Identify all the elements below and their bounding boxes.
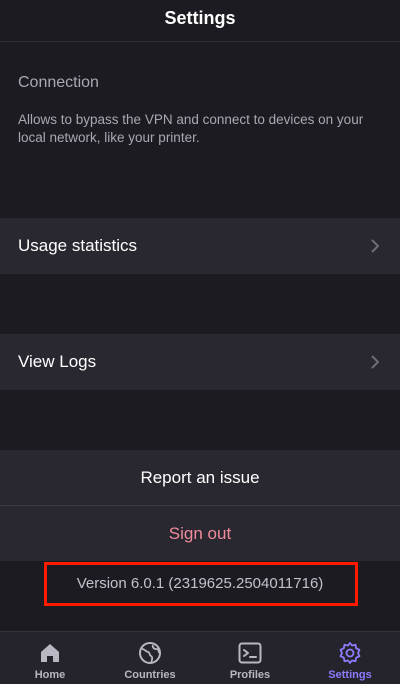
tab-home-label: Home [34, 669, 66, 681]
view-logs-label: View Logs [18, 352, 97, 371]
tab-profiles[interactable]: Profiles [200, 632, 300, 684]
settings-screen: Settings Connection Allows to bypass the… [0, 0, 400, 684]
tab-settings-label: Settings [328, 669, 372, 681]
terminal-icon [238, 641, 262, 665]
view-logs-row[interactable]: View Logs [0, 334, 400, 390]
tab-countries-label: Countries [124, 669, 176, 681]
tab-settings[interactable]: Settings [300, 632, 400, 684]
sign-out-label: Sign out [168, 523, 232, 543]
report-issue-button[interactable]: Report an issue [0, 450, 400, 505]
sign-out-button[interactable]: Sign out [0, 506, 400, 561]
highlight-box [44, 562, 358, 606]
page-title: Settings [164, 8, 236, 28]
report-issue-label: Report an issue [140, 467, 260, 487]
tab-countries[interactable]: Countries [100, 632, 200, 684]
tab-profiles-label: Profiles [229, 669, 271, 681]
home-icon [38, 641, 62, 665]
header: Settings [0, 0, 400, 42]
connection-description: Allows to bypass the VPN and connect to … [18, 112, 364, 145]
globe-icon [138, 641, 162, 665]
connection-section-title: Connection [18, 74, 99, 91]
tab-bar: Home Countries Profiles Settings [0, 631, 400, 684]
usage-statistics-row[interactable]: Usage statistics [0, 218, 400, 274]
usage-statistics-label: Usage statistics [18, 236, 138, 255]
chevron-right-icon [368, 355, 382, 369]
chevron-right-icon [368, 239, 382, 253]
gear-icon [338, 641, 362, 665]
tab-home[interactable]: Home [0, 632, 100, 684]
